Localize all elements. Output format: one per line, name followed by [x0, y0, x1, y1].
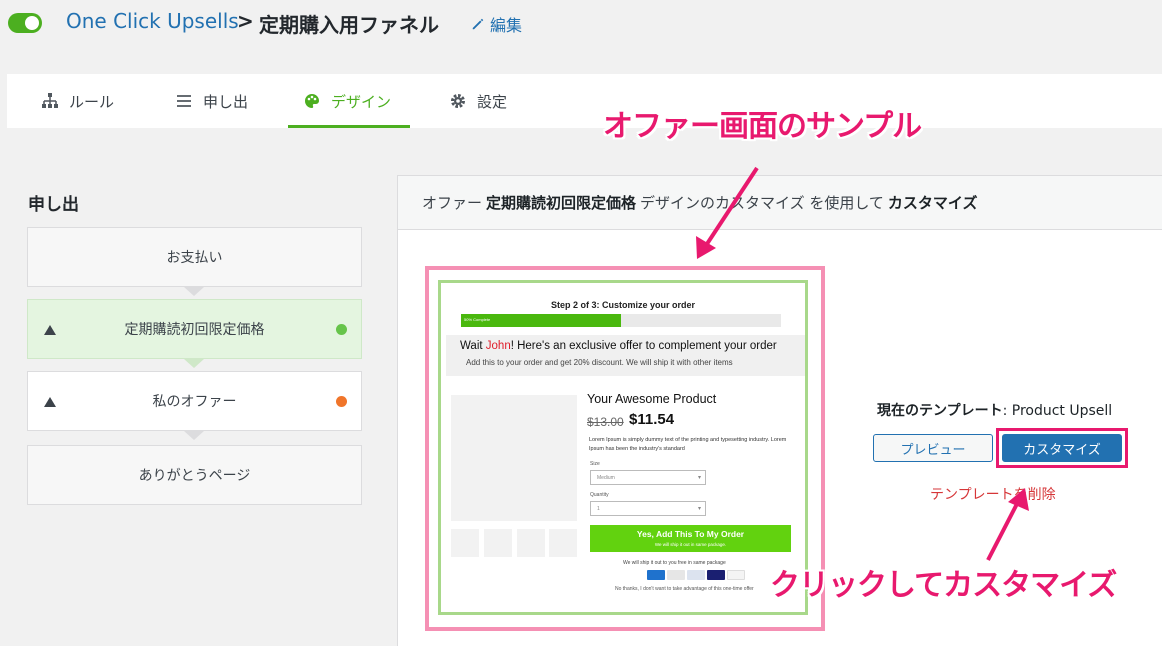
tab-rules[interactable]: ルール: [41, 74, 114, 128]
status-dot: [336, 396, 347, 407]
preview-old-price: $13.00: [587, 415, 624, 429]
preview-new-price: $11.54: [629, 411, 675, 428]
annotation-highlight-frame: [996, 428, 1128, 468]
page-title: 定期購入用ファネル: [259, 13, 439, 37]
list-icon: [177, 95, 191, 107]
tab-settings[interactable]: 設定: [449, 74, 507, 128]
step-connector: [184, 431, 204, 440]
offer-preview-thumbnail: Step 2 of 3: Customize your order 50% Co…: [438, 280, 808, 615]
sitemap-icon: [42, 93, 58, 108]
sidebar-step-thank-you[interactable]: ありがとうページ: [27, 445, 362, 505]
sidebar-title: 申し出: [28, 195, 79, 215]
preview-thumbnail: [517, 529, 545, 557]
gear-icon: [451, 94, 465, 108]
paypal-icon: [687, 570, 705, 580]
mastercard-icon: [727, 570, 745, 580]
preview-offer-banner: Wait John! Here's an exclusive offer to …: [446, 335, 805, 376]
preview-size-label: Size: [590, 461, 600, 467]
current-template: 現在のテンプレート: Product Upsell: [877, 403, 1113, 419]
head-action: カスタマイズ: [887, 194, 978, 212]
preview-step-text: Step 2 of 3: Customize your order: [550, 300, 696, 310]
sidebar-step-first-offer[interactable]: 定期購読初回限定価格: [27, 299, 362, 359]
funnel-enabled-toggle[interactable]: [8, 13, 42, 33]
tab-label: 設定: [477, 92, 508, 111]
preview-thumbnail: [549, 529, 577, 557]
edit-title-link[interactable]: 編集: [471, 12, 522, 36]
preview-button[interactable]: プレビュー: [873, 434, 993, 462]
preview-thumbnail: [451, 529, 479, 557]
preview-progress-fill: 50% Complete: [461, 314, 621, 327]
preview-product-name: Your Awesome Product: [587, 392, 717, 406]
preview-customer-name: John: [485, 340, 511, 352]
step-connector: [184, 287, 204, 296]
preview-accept-button: Yes, Add This To My Order We will ship i…: [590, 525, 791, 552]
collapse-arrow-icon[interactable]: [44, 397, 56, 407]
status-dot: [336, 324, 347, 335]
sidebar-step-my-offer[interactable]: 私のオファー: [27, 371, 362, 431]
preview-shipping-text: We will ship it out to you free in same …: [623, 560, 726, 566]
preview-size-select: Medium: [590, 470, 706, 485]
preview-banner-subtitle: Add this to your order and get 20% disco…: [466, 358, 733, 367]
active-tab-indicator: [288, 125, 410, 128]
breadcrumb-separator: >: [237, 9, 254, 33]
sidebar-step-payment[interactable]: お支払い: [27, 227, 362, 287]
discover-icon: [667, 570, 685, 580]
edit-label: 編集: [490, 16, 523, 35]
tab-bar: ルール 申し出 デザイン 設定: [7, 74, 1162, 128]
preview-decline-link: No thanks, I don't want to take advantag…: [615, 586, 754, 592]
delete-template-link[interactable]: テンプレートを削除: [930, 484, 1056, 504]
breadcrumb-app-link[interactable]: One Click Upsells: [66, 9, 239, 33]
design-panel-header: オファー 定期購読初回限定価格 デザインのカスタマイズ を使用して カスタマイズ: [397, 175, 1162, 230]
preview-banner-title: Wait John! Here's an exclusive offer to …: [460, 340, 777, 352]
pencil-icon: [472, 18, 484, 30]
palette-icon: [305, 94, 319, 108]
preview-qty-label: Quantity: [590, 492, 609, 498]
preview-thumbnail: [484, 529, 512, 557]
offer-name: 定期購読初回限定価格: [486, 194, 637, 212]
preview-progress-label: 50% Complete: [464, 317, 491, 322]
tab-label: ルール: [69, 92, 115, 111]
step-label: 定期購読初回限定価格: [124, 322, 265, 338]
annotation-click-label: クリックしてカスタマイズ: [770, 568, 1117, 603]
tab-design[interactable]: デザイン: [303, 74, 391, 128]
preview-product-image: [451, 395, 577, 521]
page-header: One Click Upsells > 定期購入用ファネル 編集: [0, 0, 1162, 46]
amex-icon: [647, 570, 665, 580]
preview-description: Lorem Ipsum is simply dummy text of the …: [589, 437, 787, 452]
preview-payment-icons: [647, 570, 745, 580]
step-label: ありがとうページ: [138, 468, 251, 484]
visa-icon: [707, 570, 725, 580]
step-label: お支払い: [166, 250, 223, 266]
collapse-arrow-icon[interactable]: [44, 325, 56, 335]
head-mid: デザインのカスタマイズ を使用して: [640, 194, 884, 212]
tab-label: デザイン: [331, 92, 392, 111]
tab-offers[interactable]: 申し出: [175, 74, 248, 128]
preview-progress-bar: 50% Complete: [461, 314, 781, 327]
step-connector: [184, 359, 204, 368]
tab-label: 申し出: [203, 92, 249, 111]
step-label: 私のオファー: [152, 394, 237, 410]
head-prefix: オファー: [422, 194, 483, 212]
annotation-sample-label: オファー画面のサンプル: [603, 109, 922, 144]
preview-qty-select: 1: [590, 501, 706, 516]
